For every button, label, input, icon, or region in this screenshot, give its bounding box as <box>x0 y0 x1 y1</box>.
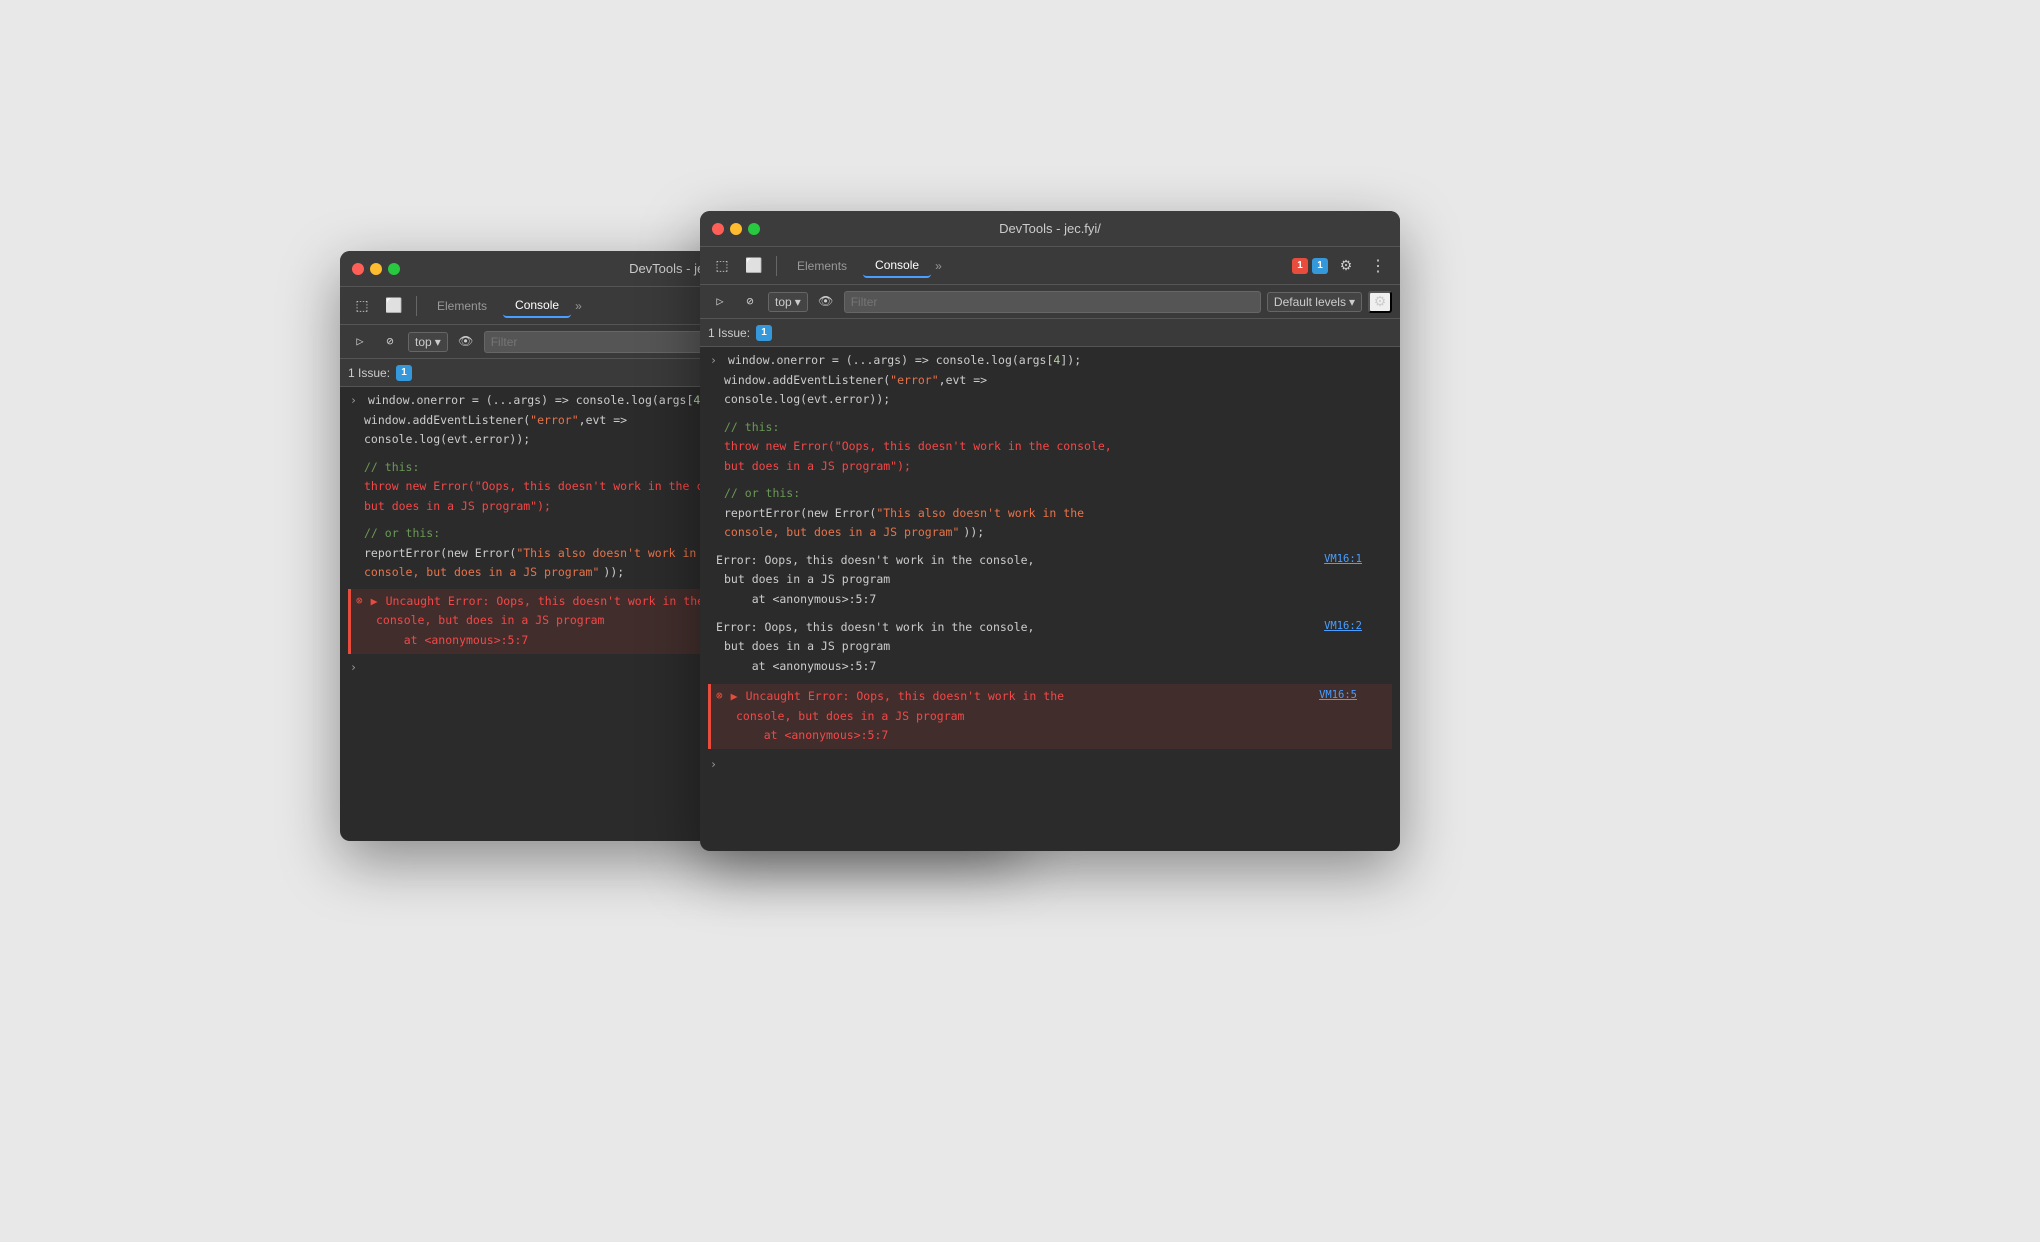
front-code-line1: › window.onerror = (...args) => console.… <box>708 351 1392 371</box>
front-report-line1: reportError(new Error("This also doesn't… <box>708 504 1392 524</box>
front-settings-icon[interactable]: ⚙ <box>1332 253 1360 279</box>
front-tab-elements[interactable]: Elements <box>785 255 859 277</box>
front-throw-line1: throw new Error("Oops, this doesn't work… <box>708 437 1392 457</box>
back-top-chevron: ▾ <box>435 335 441 349</box>
front-code-line2: window.addEventListener("error",evt => <box>708 371 1392 391</box>
front-error3-row: ⊗ ▶ Uncaught Error: Oops, this doesn't w… <box>708 684 1392 749</box>
front-error2-row: Error: Oops, this doesn't work in the co… <box>708 616 1392 679</box>
back-issues-count: 1 <box>396 365 412 381</box>
back-separator1 <box>416 296 417 316</box>
front-vm3-link[interactable]: VM16:5 <box>1319 687 1357 705</box>
front-default-levels[interactable]: Default levels ▾ <box>1267 292 1362 312</box>
front-info-badge: 1 <box>1312 258 1328 274</box>
front-top-chevron: ▾ <box>795 295 801 309</box>
front-block-icon[interactable]: ⊘ <box>738 291 762 313</box>
front-console-toolbar: ▷ ⊘ top ▾ 👁 Default levels ▾ ⚙ <box>700 285 1400 319</box>
back-line1-text: window.onerror = (...args) => console.lo… <box>368 391 721 411</box>
front-device-icon[interactable]: ⬜ <box>740 253 768 279</box>
front-filter-input[interactable] <box>844 291 1261 313</box>
back-block-icon[interactable]: ⊘ <box>378 331 402 353</box>
back-close-button[interactable] <box>352 263 364 275</box>
back-eye-icon[interactable]: 👁 <box>454 331 478 353</box>
back-play-icon[interactable]: ▷ <box>348 331 372 353</box>
front-report-line2: console, but does in a JS program")); <box>708 523 1392 543</box>
back-device-icon[interactable]: ⬜ <box>380 293 408 319</box>
front-error1-row: Error: Oops, this doesn't work in the co… <box>708 549 1392 612</box>
front-traffic-lights <box>712 223 760 235</box>
front-maximize-button[interactable] <box>748 223 760 235</box>
back-tab-console[interactable]: Console <box>503 294 571 318</box>
back-top-selector[interactable]: top ▾ <box>408 332 448 352</box>
back-maximize-button[interactable] <box>388 263 400 275</box>
front-close-button[interactable] <box>712 223 724 235</box>
front-top-selector[interactable]: top ▾ <box>768 292 808 312</box>
front-error2-line3: at <anonymous>:5:7 <box>708 657 1392 677</box>
front-minimize-button[interactable] <box>730 223 742 235</box>
front-play-icon[interactable]: ▷ <box>708 291 732 313</box>
front-error2-line1: Error: Oops, this doesn't work in the co… <box>708 618 1392 638</box>
front-issues-count: 1 <box>756 325 772 341</box>
front-next-prompt: › <box>708 755 1392 775</box>
front-comment2: // or this: <box>708 484 1392 504</box>
front-console-content: › window.onerror = (...args) => console.… <box>700 347 1400 851</box>
front-title-bar: DevTools - jec.fyi/ <box>700 211 1400 247</box>
front-issues-label: 1 Issue: <box>708 326 750 340</box>
front-eye-icon[interactable]: 👁 <box>814 291 838 313</box>
back-cursor-icon[interactable]: ⬚ <box>348 293 376 319</box>
front-throw-line2: but does in a JS program"); <box>708 457 1392 477</box>
front-window-title: DevTools - jec.fyi/ <box>999 221 1101 236</box>
front-toolbar: ⬚ ⬜ Elements Console » 1 1 ⚙ ⋮ <box>700 247 1400 285</box>
back-tab-more[interactable]: » <box>575 299 582 313</box>
front-issues-bar: 1 Issue: 1 <box>700 319 1400 347</box>
front-error-badge: 1 <box>1292 258 1308 274</box>
front-more-icon[interactable]: ⋮ <box>1364 253 1392 279</box>
front-tab-more[interactable]: » <box>935 259 942 273</box>
front-default-levels-label: Default levels <box>1274 295 1346 309</box>
front-cursor-icon[interactable]: ⬚ <box>708 253 736 279</box>
front-error1-line1: Error: Oops, this doesn't work in the co… <box>708 551 1392 571</box>
front-error3-line2: console, but does in a JS program <box>716 707 1387 727</box>
back-minimize-button[interactable] <box>370 263 382 275</box>
front-error1-line2: but does in a JS program <box>708 570 1392 590</box>
front-top-label: top <box>775 295 792 309</box>
front-levels-chevron: ▾ <box>1349 295 1355 309</box>
front-error3-line3: at <anonymous>:5:7 <box>716 726 1387 746</box>
front-error2-line2: but does in a JS program <box>708 637 1392 657</box>
front-error1-line3: at <anonymous>:5:7 <box>708 590 1392 610</box>
front-error3-line1: ⊗ ▶ Uncaught Error: Oops, this doesn't w… <box>716 687 1387 707</box>
front-vm1-link[interactable]: VM16:1 <box>1324 551 1362 569</box>
front-separator1 <box>776 256 777 276</box>
front-comment1: // this: <box>708 418 1392 438</box>
front-code-line3: console.log(evt.error)); <box>708 390 1392 410</box>
front-tab-console[interactable]: Console <box>863 254 931 278</box>
back-traffic-lights <box>352 263 400 275</box>
front-vm2-link[interactable]: VM16:2 <box>1324 618 1362 636</box>
front-devtools-window: DevTools - jec.fyi/ ⬚ ⬜ Elements Console… <box>700 211 1400 851</box>
back-top-label: top <box>415 335 432 349</box>
back-issues-label: 1 Issue: <box>348 366 390 380</box>
front-console-settings-icon[interactable]: ⚙ <box>1368 291 1392 313</box>
back-tab-elements[interactable]: Elements <box>425 295 499 317</box>
